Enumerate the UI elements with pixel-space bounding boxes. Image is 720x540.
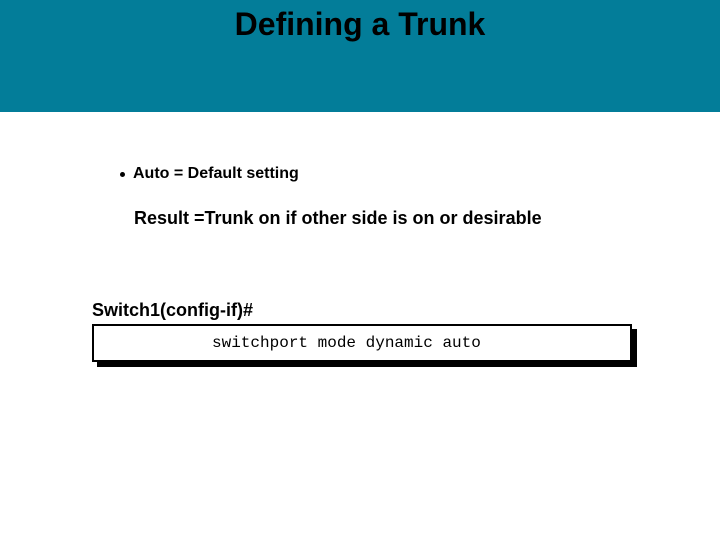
bullet-dot-icon xyxy=(120,172,125,177)
command-text: switchport mode dynamic auto xyxy=(94,334,481,352)
cli-prompt: Switch1(config-if)# xyxy=(92,300,253,321)
result-text: Result =Trunk on if other side is on or … xyxy=(134,208,542,229)
bullet-item: Auto = Default setting xyxy=(120,165,299,183)
slide-title: Defining a Trunk xyxy=(0,6,720,43)
slide: Defining a Trunk Auto = Default setting … xyxy=(0,0,720,540)
bullet-text: Auto = Default setting xyxy=(133,165,299,183)
command-box: switchport mode dynamic auto xyxy=(92,324,632,362)
